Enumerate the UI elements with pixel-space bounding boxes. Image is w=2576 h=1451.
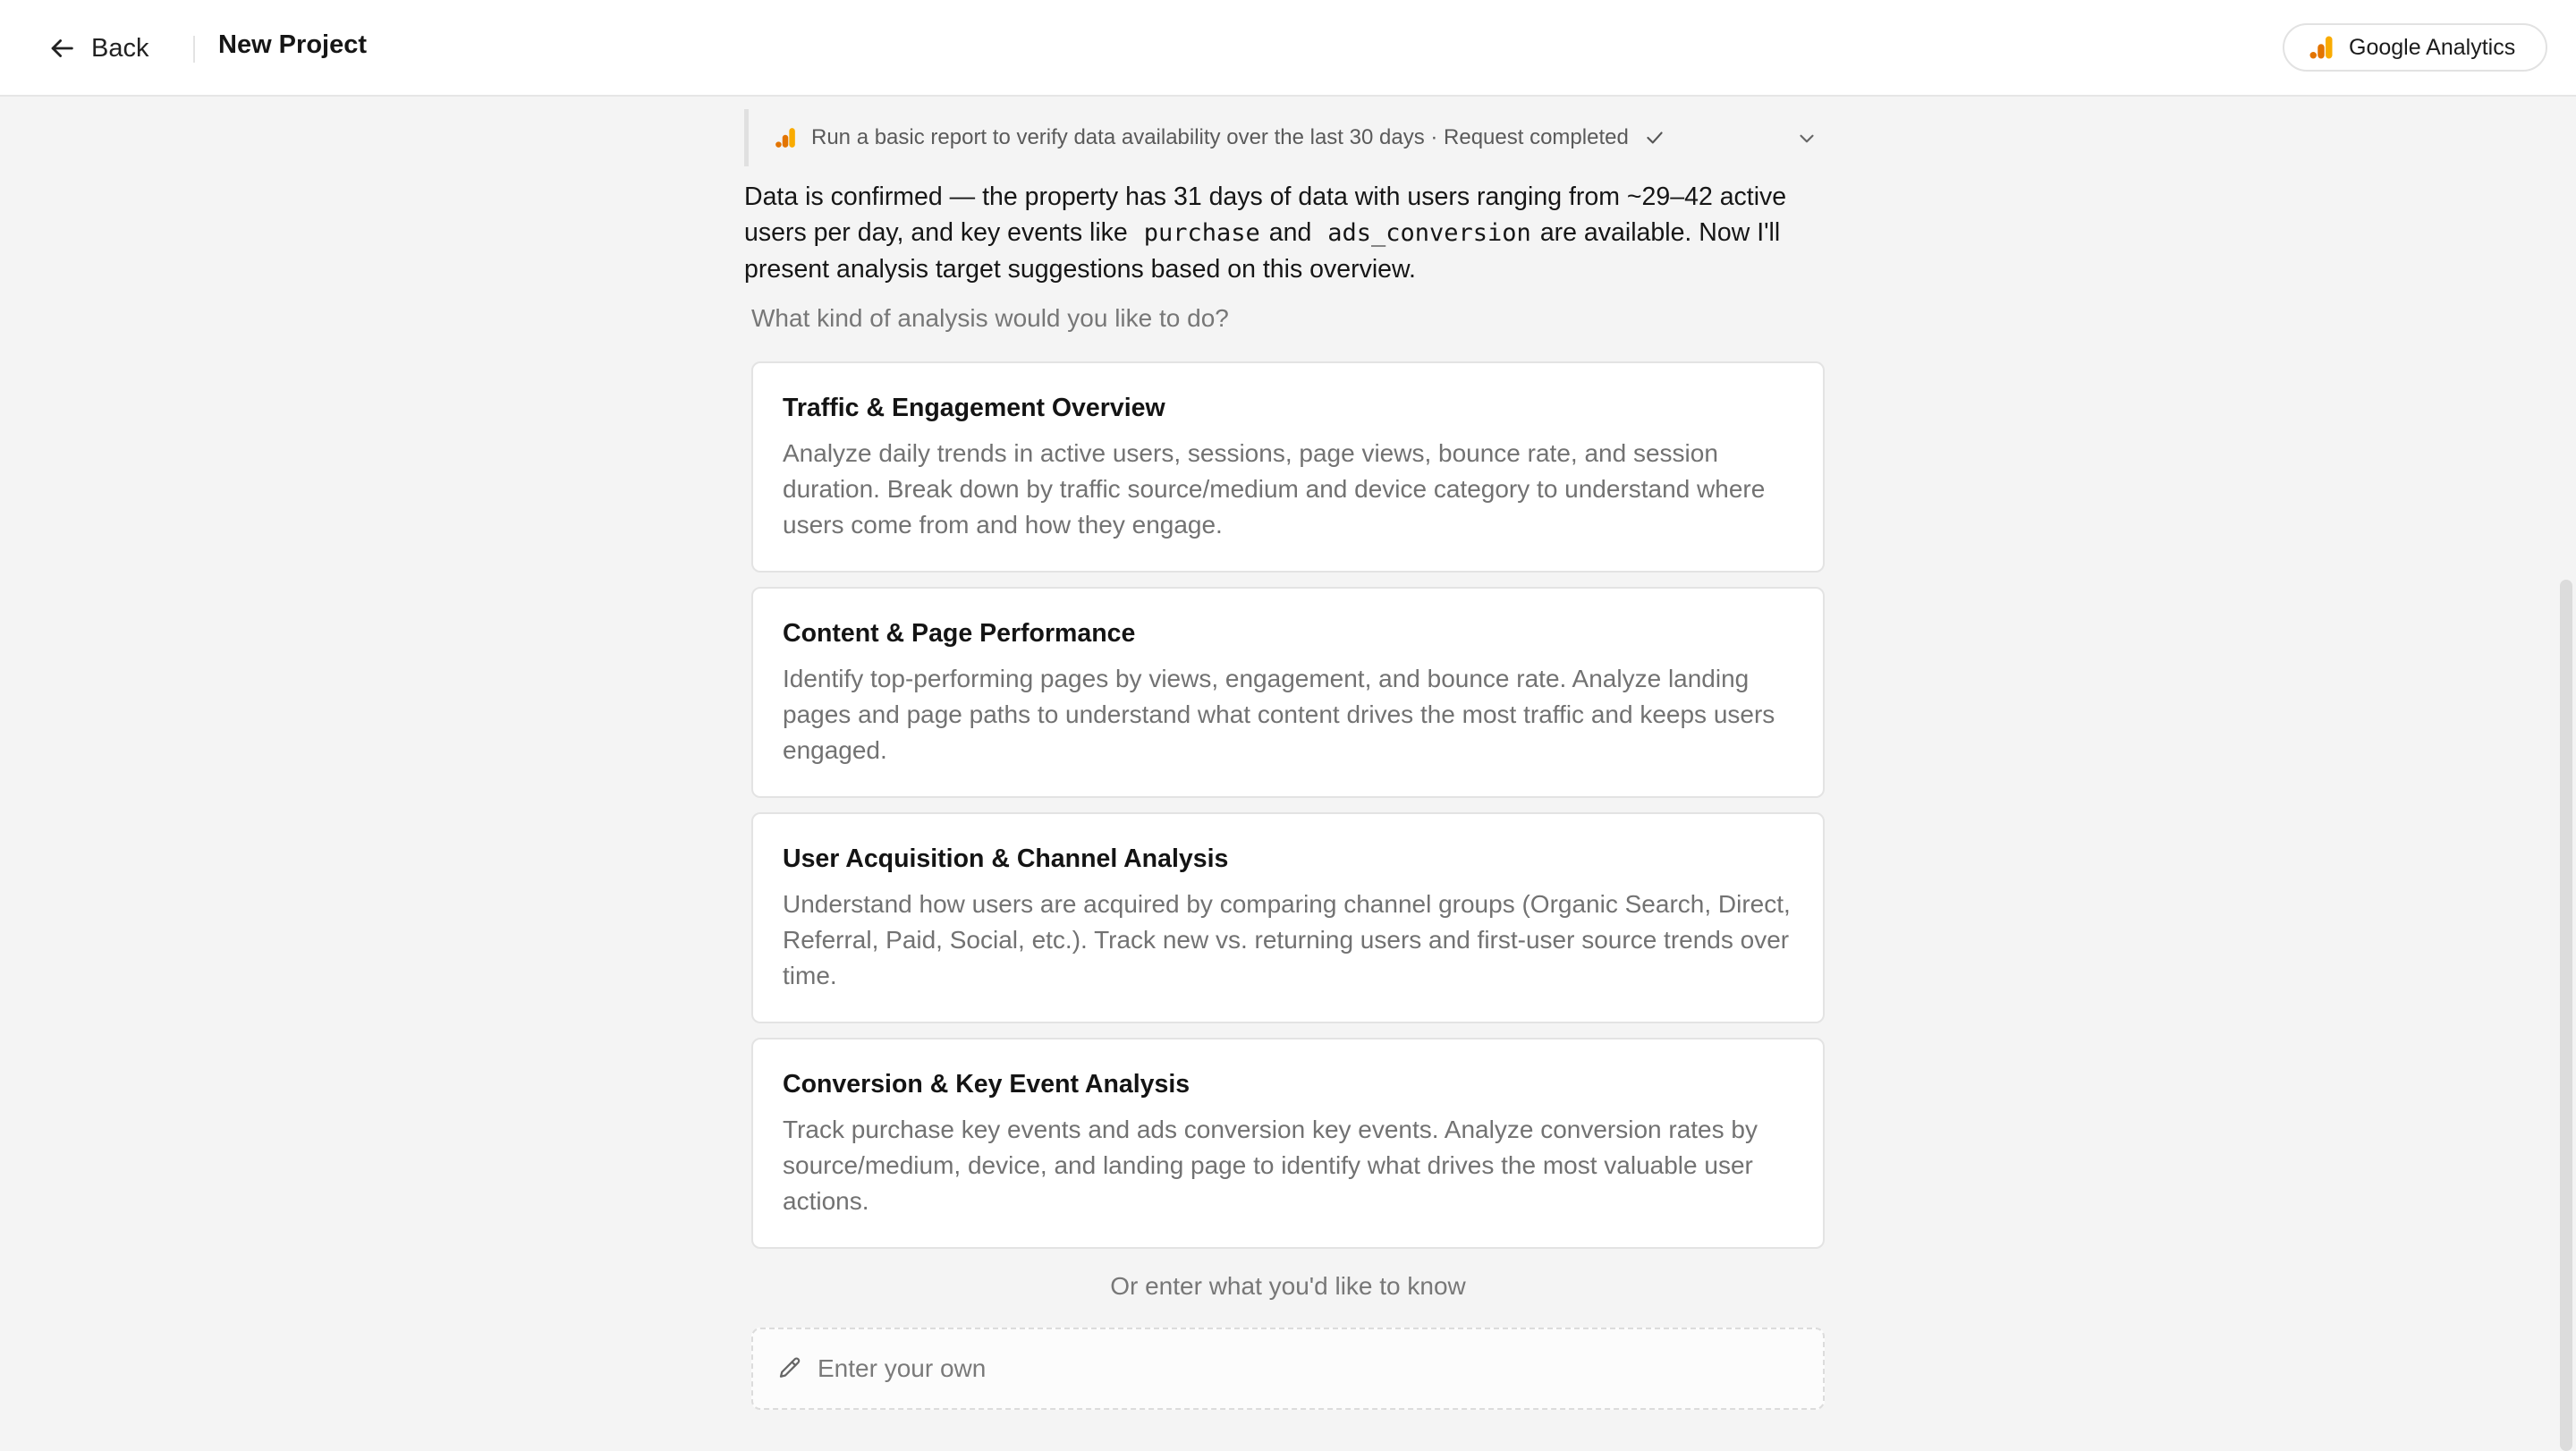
assistant-message: Data is confirmed — the property has 31 … [744,179,1826,287]
scrollbar-thumb[interactable] [2560,580,2572,1451]
code-purchase: purchase [1143,219,1260,247]
header-divider [193,36,195,63]
google-analytics-button[interactable]: Google Analytics [2283,23,2547,72]
custom-question-input[interactable] [818,1342,1823,1396]
option-title: User Acquisition & Channel Analysis [783,844,1229,873]
arrow-left-icon [51,39,73,57]
google-analytics-label: Google Analytics [2349,34,2516,60]
google-analytics-icon [2309,36,2333,59]
back-label: Back [91,33,149,63]
google-analytics-icon [775,128,795,148]
code-ads-conversion: ads_conversion [1327,219,1531,247]
option-card-traffic[interactable]: Traffic & Engagement Overview Analyze da… [751,361,1825,573]
analysis-question: What kind of analysis would you like to … [751,304,1229,332]
option-title: Content & Page Performance [783,619,1136,648]
check-icon [1647,132,1663,144]
option-title: Traffic & Engagement Overview [783,394,1165,422]
option-card-conversion[interactable]: Conversion & Key Event Analysis Track pu… [751,1038,1825,1249]
option-description: Analyze daily trends in active users, se… [783,439,1766,539]
custom-input-container[interactable] [751,1328,1825,1410]
back-button[interactable]: Back [47,27,148,70]
option-title: Conversion & Key Event Analysis [783,1070,1191,1099]
tool-call-status: Run a basic report to verify data availa… [744,109,1818,166]
summary-text-2: and [1268,218,1312,247]
option-description: Understand how users are acquired by com… [783,890,1791,989]
option-description: Track purchase key events and ads conver… [783,1116,1758,1215]
chevron-down-icon[interactable] [1795,127,1818,150]
or-enter-label: Or enter what you'd like to know [1110,1272,1466,1300]
option-card-acquisition[interactable]: User Acquisition & Channel Analysis Unde… [751,812,1825,1023]
top-bar: Back New Project Google Analytics [0,0,2576,97]
pencil-icon [779,1357,801,1378]
tool-call-text: Run a basic report to verify data availa… [811,125,1629,149]
option-description: Identify top-performing pages by views, … [783,665,1775,764]
project-title: New Project [218,30,367,59]
option-card-content[interactable]: Content & Page Performance Identify top-… [751,587,1825,798]
